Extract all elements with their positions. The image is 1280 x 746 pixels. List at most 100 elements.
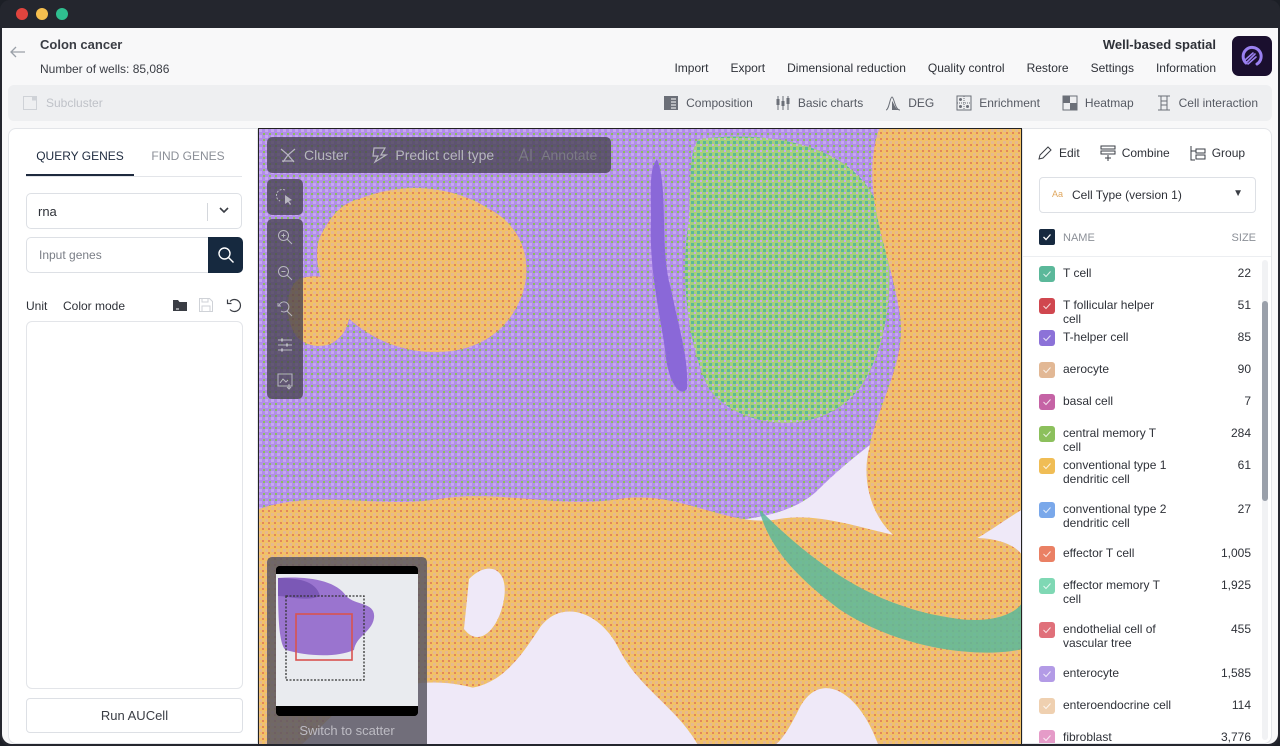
cell-type-checkbox[interactable]: [1039, 330, 1055, 346]
switch-to-scatter-button[interactable]: Switch to scatter: [267, 723, 427, 738]
menu-settings[interactable]: Settings: [1091, 61, 1134, 75]
cell-type-size: 284: [1230, 426, 1251, 440]
cell-type-row[interactable]: T follicular helper cell 51: [1023, 289, 1263, 326]
cell-type-size: 1,925: [1220, 578, 1251, 592]
cell-type-checkbox[interactable]: [1039, 426, 1055, 442]
zoom-out-button[interactable]: [267, 255, 303, 291]
cell-type-row[interactable]: enterocyte 1,585: [1023, 657, 1263, 689]
cell-type-checkbox[interactable]: [1039, 730, 1055, 743]
adjust-sliders-button[interactable]: [267, 327, 303, 363]
cell-type-row[interactable]: effector T cell 1,005: [1023, 537, 1263, 569]
annotate-button[interactable]: Annotate: [516, 146, 597, 164]
cell-type-checkbox[interactable]: [1039, 578, 1055, 594]
select-all-checkbox[interactable]: [1039, 229, 1055, 245]
cell-type-row[interactable]: conventional type 2 dendritic cell 27: [1023, 493, 1263, 537]
cell-type-row[interactable]: basal cell 7: [1023, 385, 1263, 417]
cell-type-row[interactable]: T cell 22: [1023, 257, 1263, 289]
cell-type-row[interactable]: endothelial cell of vascular tree 455: [1023, 613, 1263, 657]
annotate-icon: [518, 147, 532, 162]
cell-type-checkbox[interactable]: [1039, 502, 1055, 518]
cell-type-checkbox[interactable]: [1039, 362, 1055, 378]
gene-tabs: QUERY GENES FIND GENES: [26, 141, 242, 177]
run-aucell-button[interactable]: Run AUCell: [26, 698, 243, 733]
cell-type-size: 1,585: [1220, 666, 1251, 680]
cell-type-name: T-helper cell: [1063, 330, 1129, 344]
folder-icon[interactable]: [172, 297, 188, 313]
search-genes-button[interactable]: [208, 237, 243, 273]
menu-information[interactable]: Information: [1156, 61, 1216, 75]
subcluster-button[interactable]: Subcluster: [22, 95, 103, 111]
minimap-frame[interactable]: [276, 566, 418, 716]
cluster-button[interactable]: Cluster: [279, 146, 348, 164]
gene-input[interactable]: [26, 237, 208, 273]
close-window-button[interactable]: [16, 8, 28, 20]
zoom-window-button[interactable]: [56, 8, 68, 20]
app-logo[interactable]: [1232, 36, 1272, 76]
group-button[interactable]: Group: [1190, 145, 1245, 161]
spatial-viewer[interactable]: Cluster Predict cell type Annotate Switc…: [258, 128, 1022, 744]
minimap[interactable]: Switch to scatter: [267, 557, 427, 744]
caret-down-icon: ▼: [1233, 188, 1243, 199]
enrichment-button[interactable]: Enrichment: [956, 95, 1040, 111]
cell-type-row[interactable]: aerocyte 90: [1023, 353, 1263, 385]
lasso-select-button[interactable]: [267, 179, 303, 215]
cell-interaction-button[interactable]: Cell interaction: [1156, 95, 1258, 111]
cell-type-size: 455: [1230, 622, 1251, 636]
minimize-window-button[interactable]: [36, 8, 48, 20]
menu-restore[interactable]: Restore: [1027, 61, 1069, 75]
menu-export[interactable]: Export: [730, 61, 765, 75]
cell-type-checkbox[interactable]: [1039, 394, 1055, 410]
check-icon: [1043, 271, 1051, 278]
deg-button[interactable]: DEG: [885, 95, 934, 111]
size-column-header[interactable]: SIZE: [1232, 232, 1256, 244]
pencil-icon: [1038, 146, 1052, 160]
cell-type-row[interactable]: effector memory T cell 1,925: [1023, 569, 1263, 613]
menu-quality-control[interactable]: Quality control: [928, 61, 1005, 75]
cell-type-checkbox[interactable]: [1039, 298, 1055, 314]
cell-type-checkbox[interactable]: [1039, 266, 1055, 282]
zoom-in-button[interactable]: [267, 219, 303, 255]
check-icon: [1043, 551, 1051, 558]
heatmap-icon: [1062, 95, 1078, 111]
unit-label[interactable]: Unit: [26, 299, 47, 313]
color-mode-label[interactable]: Color mode: [63, 299, 125, 313]
combine-button[interactable]: Combine: [1100, 145, 1170, 161]
menu-import[interactable]: Import: [674, 61, 708, 75]
cell-type-checkbox[interactable]: [1039, 698, 1055, 714]
app-name: Well-based spatial: [1102, 37, 1216, 52]
cell-type-row[interactable]: central memory T cell 284: [1023, 417, 1263, 454]
cell-type-checkbox[interactable]: [1039, 622, 1055, 638]
reset-zoom-button[interactable]: [267, 291, 303, 327]
predict-icon: [372, 147, 389, 164]
composition-button[interactable]: Composition: [663, 95, 753, 111]
tab-find-genes[interactable]: FIND GENES: [134, 141, 242, 176]
scrollbar-thumb[interactable]: [1262, 301, 1268, 501]
arrow-left-icon[interactable]: [8, 42, 28, 62]
cell-type-name: basal cell: [1063, 394, 1114, 408]
heatmap-button[interactable]: Heatmap: [1062, 95, 1134, 111]
menu-dimensional-reduction[interactable]: Dimensional reduction: [787, 61, 906, 75]
cell-type-checkbox[interactable]: [1039, 666, 1055, 682]
cell-type-row[interactable]: fibroblast 3,776: [1023, 721, 1263, 744]
cell-type-checkbox[interactable]: [1039, 458, 1055, 474]
edit-button[interactable]: Edit: [1037, 145, 1080, 161]
cell-type-size: 3,776: [1220, 730, 1251, 744]
cell-type-size: 22: [1237, 266, 1251, 280]
assay-select[interactable]: rna: [26, 193, 242, 229]
tab-query-genes[interactable]: QUERY GENES: [26, 141, 134, 176]
name-column-header[interactable]: NAME: [1063, 232, 1095, 244]
cell-type-row[interactable]: T-helper cell 85: [1023, 321, 1263, 353]
cell-type-row[interactable]: conventional type 1 dendritic cell 61: [1023, 449, 1263, 493]
save-icon[interactable]: [198, 297, 214, 313]
predict-cell-type-button[interactable]: Predict cell type: [370, 146, 494, 164]
cell-type-row[interactable]: enteroendocrine cell 114: [1023, 689, 1263, 721]
metadata-select[interactable]: Aa Cell Type (version 1) ▼: [1039, 177, 1256, 213]
export-image-button[interactable]: [267, 363, 303, 399]
gene-list-box[interactable]: [26, 321, 243, 689]
cell-type-size: 85: [1237, 330, 1251, 344]
cell-type-checkbox[interactable]: [1039, 546, 1055, 562]
search-icon: [217, 247, 234, 263]
basic-charts-button[interactable]: Basic charts: [775, 95, 863, 111]
zoom-out-icon: [278, 266, 293, 281]
reset-icon[interactable]: [226, 297, 242, 313]
